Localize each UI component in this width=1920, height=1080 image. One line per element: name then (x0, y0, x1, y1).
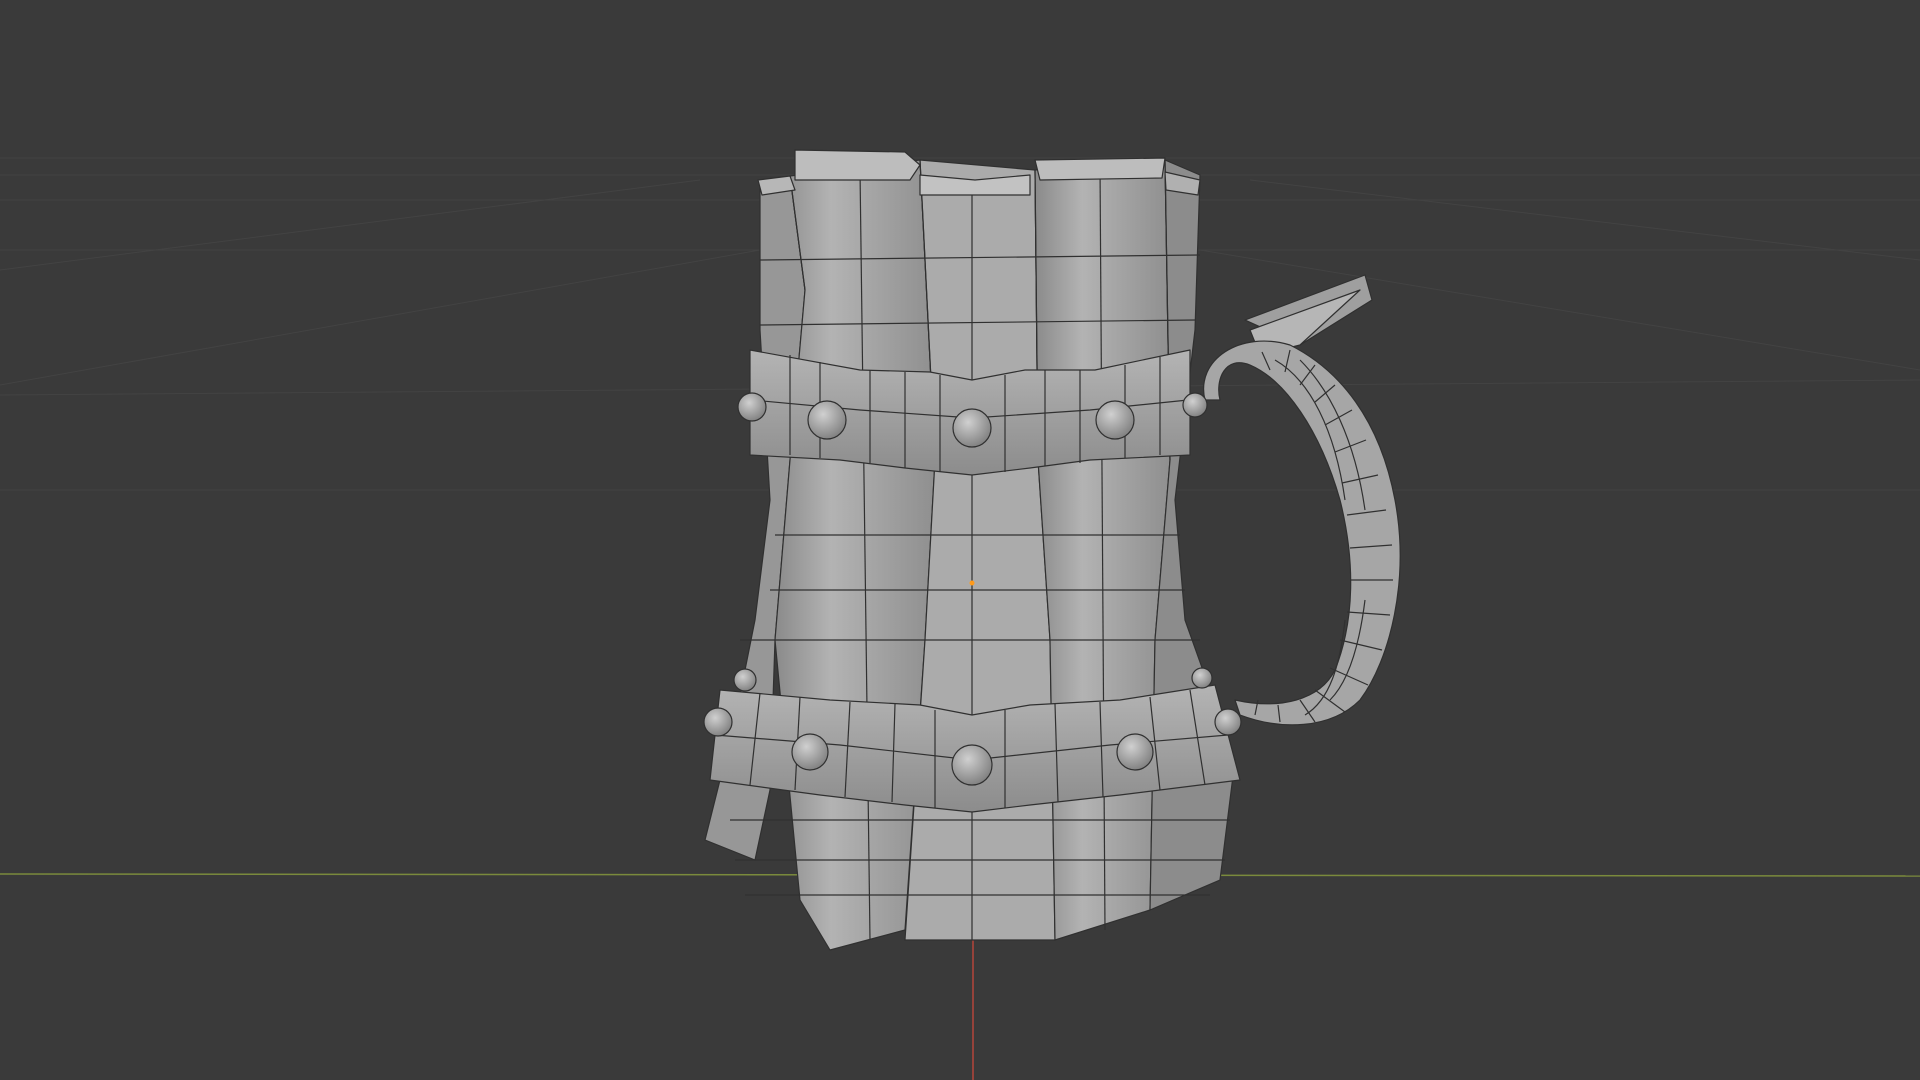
rivet (1095, 400, 1135, 440)
rivet (733, 668, 757, 692)
rivet (791, 733, 829, 771)
rivet (807, 400, 847, 440)
tankard-mesh[interactable] (703, 149, 1401, 951)
rivet (1116, 733, 1154, 771)
rivet (951, 744, 993, 786)
3d-viewport[interactable] (0, 0, 1920, 1080)
mug-handle[interactable] (1203, 274, 1401, 726)
rivet (1214, 708, 1242, 736)
rivet (737, 392, 767, 422)
rivet (703, 707, 733, 737)
object-origin-dot (969, 580, 975, 586)
rivet (1182, 392, 1208, 418)
rivet (952, 408, 992, 448)
viewport-canvas[interactable] (0, 0, 1920, 1080)
mug-staves (704, 149, 1236, 951)
rivet (1191, 667, 1213, 689)
